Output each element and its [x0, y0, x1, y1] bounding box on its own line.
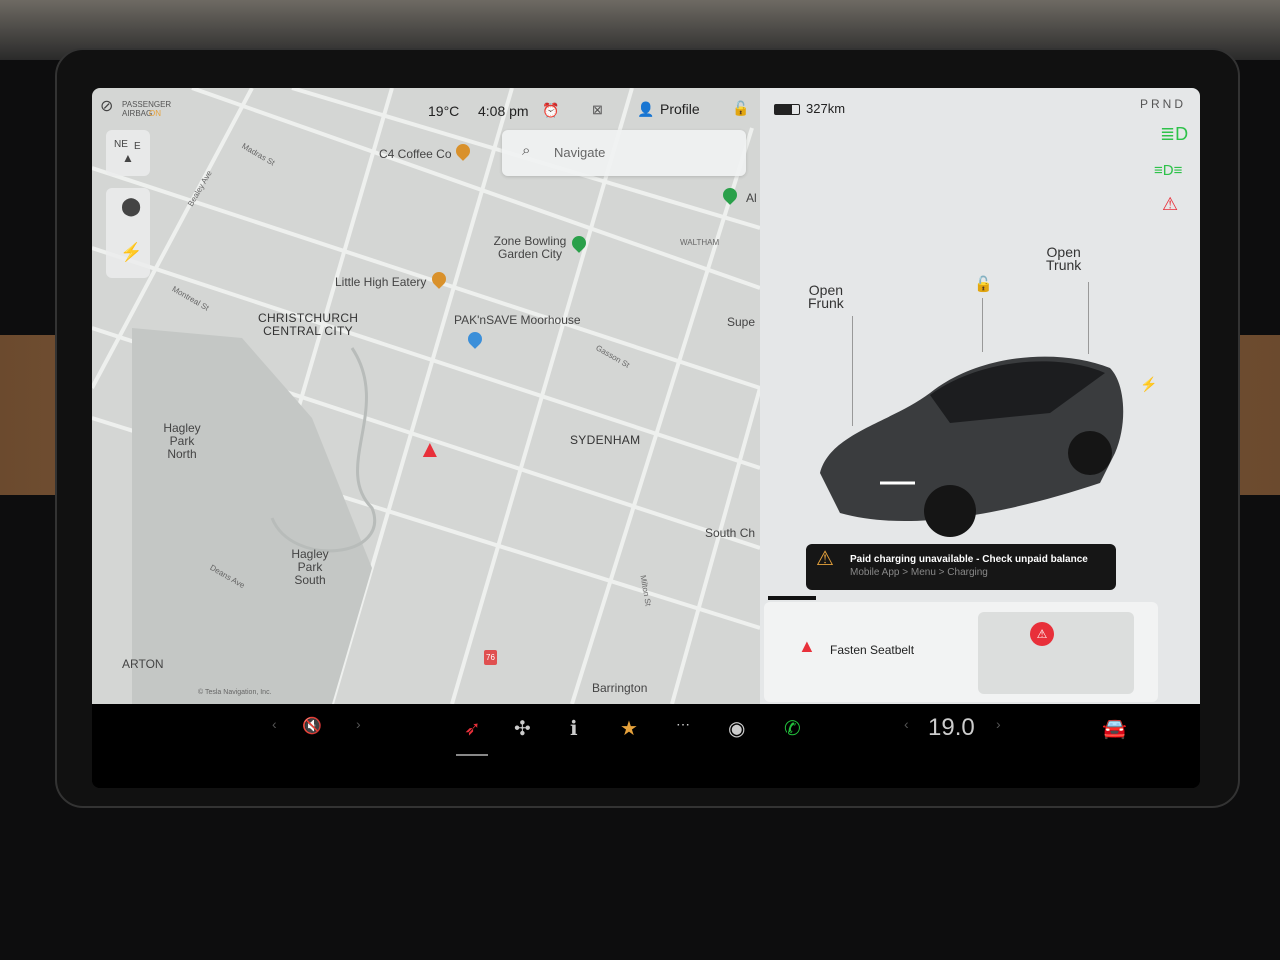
battery-icon — [774, 104, 800, 115]
fan-icon[interactable]: ✣ — [514, 716, 531, 741]
active-app-indicator — [456, 754, 488, 756]
vehicle-position-arrow-icon: ▲ — [418, 436, 442, 463]
vehicle-model-image — [820, 356, 1124, 537]
profile-icon[interactable]: 👤 — [637, 102, 654, 116]
chevron-right-icon[interactable]: › — [356, 716, 361, 732]
navigation-app-icon[interactable]: ➶ — [464, 716, 481, 741]
poi-label[interactable]: Barrington — [592, 682, 647, 695]
map-controls: ⬤ ⚡ — [106, 188, 150, 278]
more-apps-icon[interactable]: ⋯ — [676, 716, 690, 733]
unlock-icon[interactable]: 🔓 — [732, 101, 749, 115]
poi-label[interactable]: PAK'nSAVE Moorhouse — [454, 314, 581, 327]
poi-label[interactable]: C4 Coffee Co — [379, 148, 452, 161]
touchscreen: NE E ▲ ⬤ ⚡ ⊘ PASSENGER AIRBAG ON 19°C 4:… — [92, 88, 1200, 788]
car-icon[interactable]: 🚘 — [1102, 716, 1127, 741]
status-bar: ⊘ PASSENGER AIRBAG ON 19°C 4:08 pm ⏰ ⊠ 👤… — [100, 98, 750, 119]
headlights-icon: ≣D — [1160, 124, 1189, 144]
warning-icon: ⚠ — [816, 548, 834, 570]
seat-map-image — [978, 612, 1134, 694]
volume-muted-icon[interactable]: 🔇 — [302, 716, 322, 736]
map-streets — [92, 88, 760, 704]
unlock-icon[interactable]: 🔓 — [974, 277, 993, 292]
cabin-temperature[interactable]: 19.0 — [928, 714, 975, 742]
chevron-left-icon[interactable]: ‹ — [272, 716, 277, 732]
seatbelt-card[interactable]: ▲ Fasten Seatbelt ⚠ — [764, 602, 1158, 702]
poi-label[interactable]: Zone Bowling Garden City — [490, 235, 570, 261]
heading-arrow-icon: ▲ — [122, 151, 134, 165]
navigate-search[interactable]: ⌕ Navigate — [502, 130, 746, 176]
open-trunk-button[interactable]: Open Trunk — [1046, 245, 1081, 272]
alert-triangle-icon: ▲ — [798, 636, 816, 656]
temp-up-button[interactable]: › — [996, 716, 1001, 732]
alarm-clock-icon[interactable]: ⏰ — [542, 103, 559, 117]
parking-lights-icon: ≡D≡ — [1154, 162, 1183, 179]
manual-app-icon[interactable]: ℹ — [570, 716, 578, 741]
charging-alert[interactable]: ⚠ Paid charging unavailable - Check unpa… — [806, 544, 1116, 590]
vehicle-panel: 327km PRND ≣D ≡D≡ ⚠ Open Frunk Open Trun… — [760, 88, 1200, 704]
map-view[interactable]: NE E ▲ ⬤ ⚡ ⊘ PASSENGER AIRBAG ON 19°C 4:… — [92, 88, 760, 704]
seatbelt-icon: ⚠ — [1030, 622, 1054, 646]
airbag-icon: ⊘ — [100, 98, 114, 115]
charging-station-icon[interactable]: ⚡ — [120, 243, 142, 261]
toybox-app-icon[interactable]: ★ — [620, 716, 638, 741]
card-pager-indicator — [768, 596, 816, 600]
temp-down-button[interactable]: ‹ — [904, 716, 909, 732]
poi-label[interactable]: Little High Eatery — [335, 276, 426, 289]
phone-app-icon[interactable]: ✆ — [784, 716, 801, 741]
charge-port-icon[interactable]: ⚡ — [1140, 377, 1157, 391]
dock-bar: ‹ 🔇 › ➶ ✣ ℹ ★ ⋯ ◉ ✆ ‹ 19.0 › 🚘 — [92, 704, 1200, 788]
gear-selector: PRND — [1140, 97, 1187, 111]
profile-button[interactable]: Profile — [660, 102, 700, 116]
camera-app-icon[interactable]: ◉ — [728, 716, 745, 741]
search-icon: ⌕ — [522, 142, 531, 159]
open-frunk-button[interactable]: Open Frunk — [808, 283, 844, 310]
seatbelt-warning-icon: ⚠ — [1162, 194, 1179, 214]
no-signal-icon: ⊠ — [592, 102, 603, 117]
compass-button[interactable]: NE E ▲ — [106, 130, 150, 176]
location-pin-icon[interactable]: ⬤ — [121, 197, 141, 215]
